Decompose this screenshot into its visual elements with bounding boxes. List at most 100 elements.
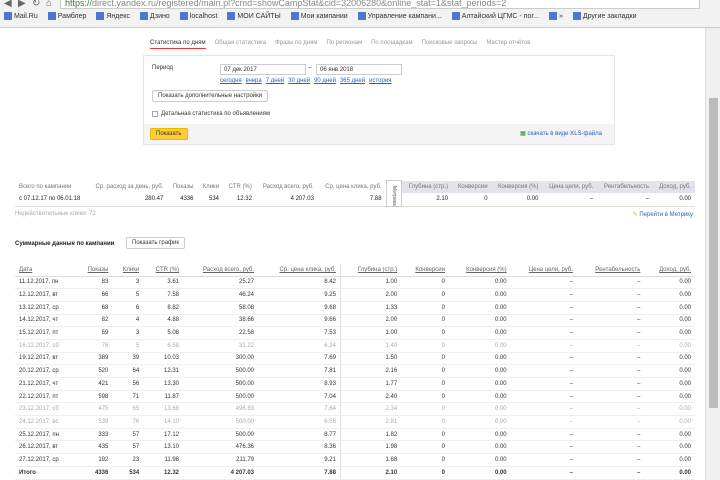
- bookmark-item[interactable]: Алтайский ЦГМС - пог...: [451, 12, 539, 20]
- address-bar[interactable]: https://direct.yandex.ru/registered/main…: [60, 0, 700, 9]
- summary-cell: с 07.12.17 по 06.01.18: [15, 192, 88, 207]
- bookmark-label: Алтайский ЦГМС - пог...: [461, 12, 539, 20]
- tab-2[interactable]: Фразы по дням: [275, 40, 317, 49]
- column-header[interactable]: CTR (%): [143, 264, 184, 277]
- quick-period-link[interactable]: 7 дней: [266, 78, 285, 84]
- quick-period-link[interactable]: 365 дней: [340, 78, 365, 84]
- xls-download-link[interactable]: скачать в виде XLS-файла: [527, 131, 602, 137]
- table-cell: 25.27: [183, 276, 259, 290]
- table-cell: 20.12.2017, ср: [15, 364, 76, 378]
- table-cell: 0.00: [644, 415, 695, 429]
- summary-header: Глубина (стр.): [401, 180, 453, 193]
- bookmark-item[interactable]: Мои кампании: [290, 12, 348, 20]
- tab-5[interactable]: Поисковые запросы: [422, 40, 478, 49]
- bookmark-item[interactable]: »: [548, 12, 563, 20]
- quick-period-link[interactable]: 30 дней: [288, 78, 310, 84]
- total-cell: 0.00: [644, 465, 695, 480]
- table-cell: –: [510, 276, 577, 290]
- table-row: 19.12.2017, вт 389 39 10.03 300.00 7.69 1.50 0 0…: [15, 352, 695, 366]
- column-header[interactable]: Дата: [15, 264, 76, 277]
- summary-cell: 0: [452, 192, 492, 207]
- table-cell: 0: [401, 352, 449, 366]
- bookmark-item[interactable]: Другие закладки: [572, 12, 636, 20]
- show-chart-button[interactable]: Показать график: [126, 237, 185, 249]
- table-cell: –: [576, 314, 645, 328]
- total-cell: 2.10: [340, 465, 402, 480]
- bookmark-item[interactable]: Дзино: [139, 12, 170, 20]
- table-cell: 68: [75, 301, 113, 315]
- summary-header: CTR (%): [228, 183, 252, 190]
- quick-period-link[interactable]: сегодня: [220, 78, 242, 84]
- table-cell: 0: [401, 301, 449, 315]
- column-header[interactable]: Глубина (стр.): [340, 264, 402, 277]
- table-cell: 22.58: [183, 326, 259, 340]
- bookmark-label: МОИ САЙТЫ: [237, 12, 281, 20]
- bookmark-icon: [227, 12, 236, 20]
- bookmark-icon: [47, 12, 56, 20]
- tab-4[interactable]: По площадкам: [371, 40, 412, 49]
- table-cell: 0.00: [449, 352, 511, 366]
- metrika-tab[interactable]: Метрика: [385, 180, 403, 207]
- column-header[interactable]: Доход, руб.: [644, 264, 695, 277]
- detailed-label: Детальная статистика по объявлениям: [161, 111, 271, 117]
- home-icon[interactable]: ⌂: [46, 0, 52, 9]
- column-header[interactable]: Цена цели, руб.: [510, 264, 577, 277]
- table-cell: 7.81: [258, 364, 341, 378]
- table-cell: 0.00: [449, 440, 511, 455]
- reload-icon[interactable]: ↻: [32, 0, 40, 9]
- bookmark-label: »: [558, 12, 563, 20]
- summary-table: Всего по кампании Ср. расход за день, руб…: [15, 180, 695, 207]
- table-cell: 0.00: [644, 440, 695, 455]
- table-cell: 59: [75, 326, 113, 340]
- table-cell: 0.00: [449, 301, 511, 315]
- summary-cell: –: [597, 192, 654, 207]
- bookmark-item[interactable]: localhost: [179, 12, 218, 20]
- date-from-input[interactable]: 07 дек 2017: [220, 64, 306, 75]
- detailed-checkbox[interactable]: [152, 111, 158, 117]
- table-cell: 25.12.2017, пн: [15, 428, 76, 442]
- table-cell: –: [576, 390, 645, 404]
- quick-period-link[interactable]: вчера: [246, 78, 262, 84]
- scrollbar[interactable]: [705, 28, 720, 480]
- column-header[interactable]: Расход всего, руб.: [183, 264, 259, 277]
- bookmark-item[interactable]: МОИ САЙТЫ: [227, 12, 281, 20]
- bookmark-item[interactable]: Рамблер: [47, 12, 86, 20]
- bookmark-label: localhost: [189, 12, 218, 20]
- tab-1[interactable]: Общая статистика: [215, 40, 266, 49]
- bookmark-item[interactable]: Яндекс: [96, 12, 130, 20]
- more-settings-button[interactable]: Показать дополнительные настройки: [152, 90, 269, 102]
- excel-icon: ▦: [520, 131, 526, 137]
- tab-6[interactable]: Мастер отчётов: [486, 40, 530, 49]
- bookmark-item[interactable]: Управление кампани...: [357, 12, 442, 20]
- column-header[interactable]: Ср. цена клика, руб.: [258, 264, 341, 277]
- tab-3[interactable]: По регионам: [326, 40, 362, 49]
- column-header[interactable]: Рентабельность: [576, 264, 645, 277]
- table-cell: 6.58: [258, 415, 341, 429]
- tab-0[interactable]: Статистика по дням: [150, 40, 206, 49]
- show-button[interactable]: Показать: [150, 128, 188, 140]
- table-cell: –: [576, 415, 645, 429]
- scrollbar-thumb[interactable]: [709, 98, 718, 408]
- back-icon[interactable]: ◀: [4, 0, 12, 9]
- column-header[interactable]: Клики: [112, 264, 144, 277]
- bookmark-item[interactable]: Mail.Ru: [4, 12, 38, 20]
- table-row: 24.12.2017, вс 539 76 14.10 500.00 6.58 2.81 0 0…: [15, 415, 695, 429]
- quick-period-link[interactable]: история: [369, 78, 391, 84]
- table-cell: 500.00: [183, 390, 259, 404]
- table-cell: 1.00: [340, 276, 402, 290]
- summary-header: Всего по кампании: [19, 183, 72, 190]
- total-cell: 4 207.03: [183, 465, 259, 480]
- metrika-link[interactable]: Перейти в Метрику: [639, 212, 693, 218]
- date-to-input[interactable]: 06 янв 2018: [316, 64, 402, 75]
- forward-icon[interactable]: ▶: [18, 0, 26, 9]
- quick-period-link[interactable]: 90 дней: [314, 78, 336, 84]
- column-header[interactable]: Конверсии: [401, 264, 449, 277]
- table-cell: 0.00: [644, 453, 695, 467]
- summary-cell: 0.00: [653, 192, 695, 207]
- table-row: 25.12.2017, пн 333 57 17.12 500.00 8.77 1.82 0 0…: [15, 428, 695, 442]
- table-cell: 1.98: [340, 440, 402, 455]
- column-header[interactable]: Показы: [75, 264, 113, 277]
- table-row: 13.12.2017, ср 68 6 8.82 58.08 9.68 1.33 0 0.00–…: [15, 301, 695, 315]
- table-cell: 10.03: [143, 352, 184, 366]
- column-header[interactable]: Конверсия (%): [449, 264, 511, 277]
